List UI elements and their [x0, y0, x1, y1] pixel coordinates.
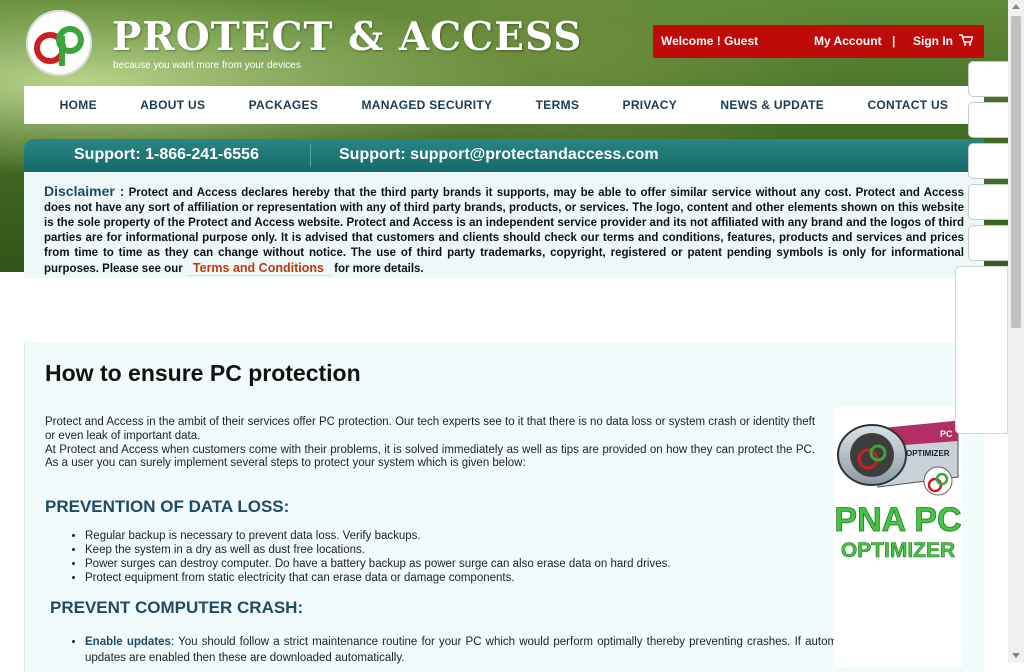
enable-updates-text: : You should follow a strict maintenance… — [85, 636, 856, 664]
list-item: Power surges can destroy computer. Do ha… — [85, 557, 671, 571]
scroll-up-icon[interactable] — [1012, 4, 1020, 9]
scroll-down-icon[interactable] — [1012, 653, 1020, 658]
support-email[interactable]: Support: support@protectandaccess.com — [339, 146, 659, 164]
vertical-scrollbar[interactable] — [1008, 0, 1024, 662]
product-name-line1: PNA PC — [834, 501, 961, 539]
crash-list: Enable updates: You should follow a stri… — [45, 635, 855, 666]
main-nav: HOME ABOUT US PACKAGES MANAGED SECURITY … — [24, 86, 984, 124]
nav-terms[interactable]: TERMS — [536, 98, 580, 112]
brand-title[interactable]: PROTECT & ACCESS — [112, 14, 582, 60]
side-panel[interactable] — [955, 266, 1008, 434]
nav-privacy[interactable]: PRIVACY — [623, 98, 678, 112]
nav-packages[interactable]: PACKAGES — [249, 98, 319, 112]
section-data-loss-title: PREVENTION OF DATA LOSS: — [45, 497, 290, 516]
section-crash-title: PREVENT COMPUTER CRASH: — [50, 598, 304, 617]
article-title: How to ensure PC protection — [45, 360, 361, 386]
nav-home[interactable]: HOME — [60, 98, 97, 112]
brand-tagline: because you want more from your devices — [113, 60, 301, 71]
pna-optimizer-ad[interactable]: PC OPTIMIZER PNA PC OPTIMIZER — [834, 407, 962, 667]
cart-icon[interactable] — [959, 34, 974, 49]
side-tab[interactable] — [968, 184, 1008, 220]
side-tab[interactable] — [968, 102, 1008, 138]
list-item: Protect equipment from static electricit… — [85, 571, 671, 585]
badge-optimizer: OPTIMIZER — [906, 449, 950, 458]
sign-in-link[interactable]: Sign In — [913, 34, 953, 48]
support-bar: Support: 1-866-241-6556 Support: support… — [24, 139, 984, 172]
disclaimer-after: for more details. — [334, 262, 424, 275]
nav-managed-security[interactable]: MANAGED SECURITY — [362, 98, 493, 112]
list-item: Keep the system in a dry as well as dust… — [85, 543, 671, 557]
userbar-separator: | — [892, 34, 896, 48]
side-tab[interactable] — [968, 225, 1008, 261]
disclaimer-text: Protect and Access declares hereby that … — [44, 187, 965, 275]
my-account-link[interactable]: My Account — [814, 34, 882, 48]
terms-conditions-link[interactable]: Terms and Conditions — [185, 260, 331, 276]
side-tab[interactable] — [968, 143, 1008, 179]
side-tab[interactable] — [968, 61, 1008, 97]
list-item: Enable updates: You should follow a stri… — [85, 635, 855, 666]
data-loss-list: Regular backup is necessary to prevent d… — [45, 529, 671, 585]
badge-pc: PC — [940, 429, 953, 439]
disclaimer-box: Disclaimer : Protect and Access declares… — [24, 172, 984, 278]
nav-news-update[interactable]: NEWS & UPDATE — [720, 98, 824, 112]
nav-about-us[interactable]: ABOUT US — [140, 98, 205, 112]
intro-paragraph-1: Protect and Access in the ambit of their… — [45, 416, 816, 442]
disclaimer-label: Disclaimer : — [44, 183, 125, 199]
list-item: Regular backup is necessary to prevent d… — [85, 529, 671, 543]
intro-paragraph-2: At Protect and Access when customers com… — [45, 443, 815, 470]
user-bar: Welcome ! Guest My Account | Sign In — [653, 25, 984, 58]
welcome-text: Welcome ! Guest — [661, 34, 759, 48]
product-name-line2: OPTIMIZER — [841, 539, 955, 562]
ap-logo-icon[interactable] — [26, 10, 92, 76]
scrollbar-thumb[interactable] — [1011, 16, 1021, 328]
support-divider — [310, 144, 311, 167]
enable-updates-term: Enable updates — [85, 636, 171, 648]
support-phone[interactable]: Support: 1-866-241-6556 — [74, 146, 259, 164]
article-intro: Protect and Access in the ambit of their… — [45, 416, 815, 471]
nav-contact-us[interactable]: CONTACT US — [867, 98, 948, 112]
